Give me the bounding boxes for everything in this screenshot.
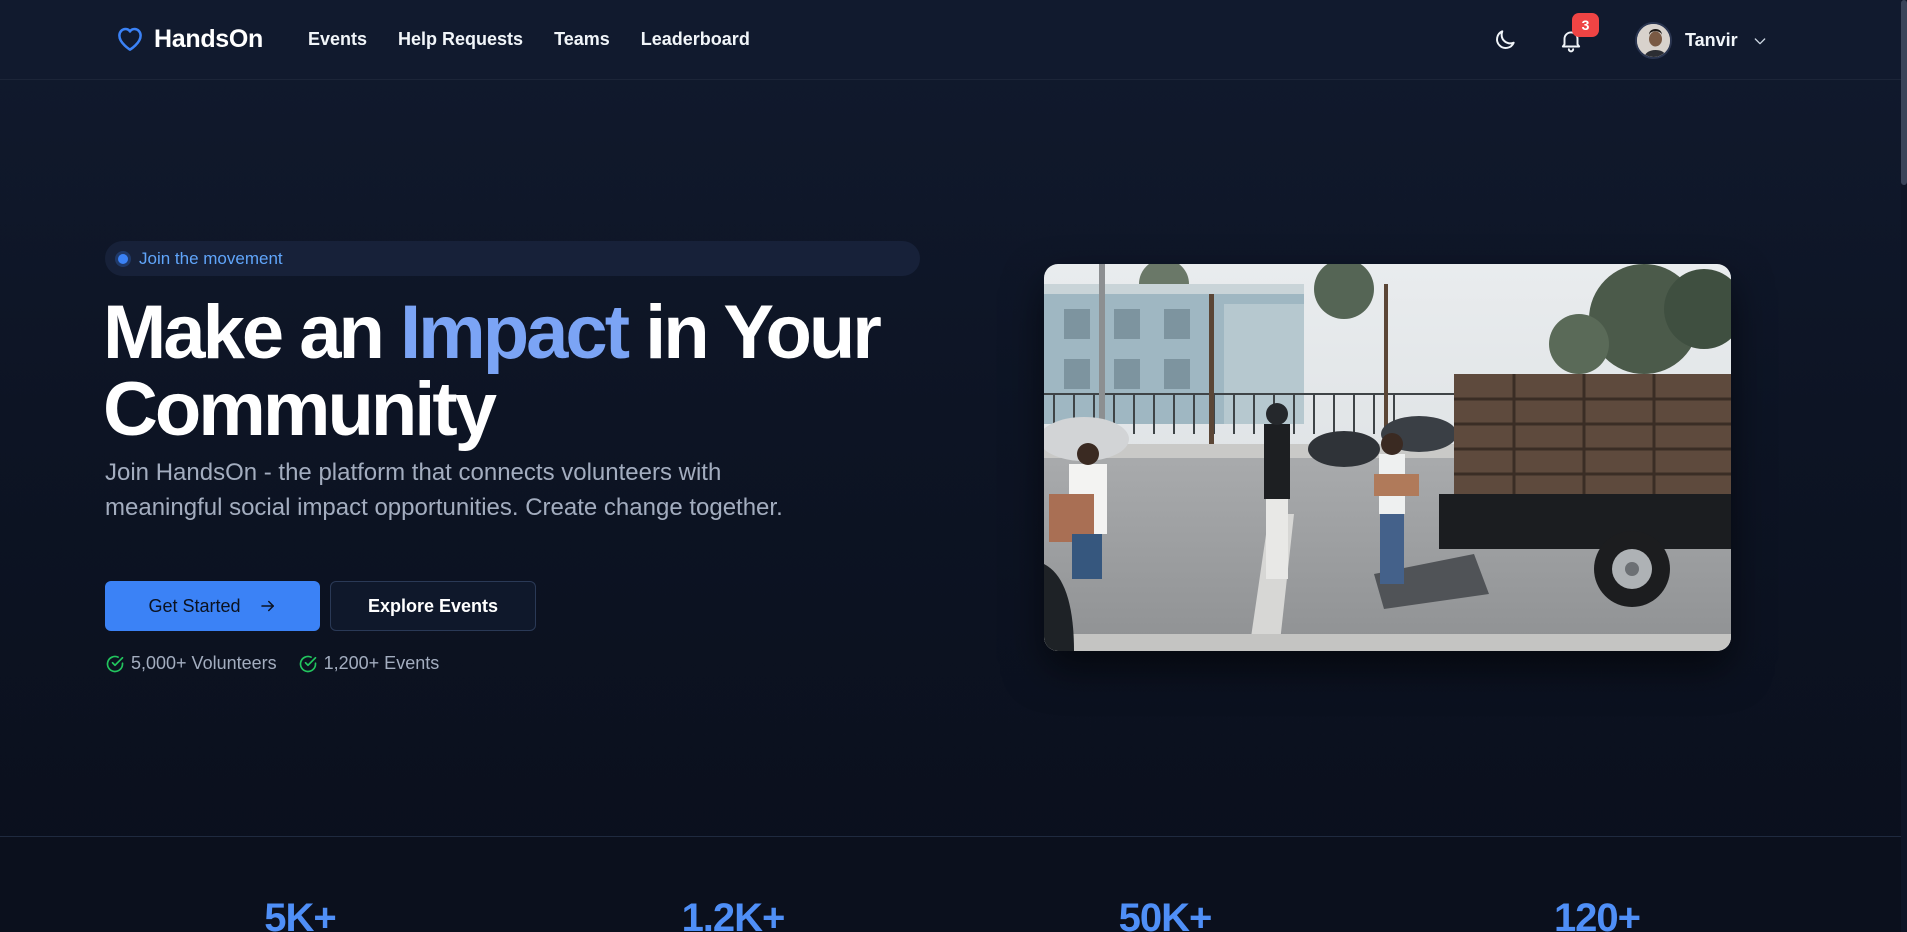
pill-label: Join the movement — [139, 248, 283, 268]
stat-organizations: 120+ — [1553, 896, 1641, 932]
brand-logo[interactable]: HandsOn — [114, 24, 263, 54]
check-events: 1,200+ Events — [298, 653, 440, 674]
top-navbar: HandsOn Events Help Requests Teams Leade… — [0, 0, 1907, 80]
nav-link-events[interactable]: Events — [308, 29, 367, 50]
headline-part1: Make an — [103, 290, 401, 375]
check-circle-icon — [299, 655, 316, 672]
stat-events: 1.2K+ — [681, 896, 786, 932]
nav-link-leaderboard[interactable]: Leaderboard — [641, 29, 750, 50]
nav-link-teams[interactable]: Teams — [554, 29, 610, 50]
arrow-right-icon — [260, 600, 274, 612]
get-started-label: Get Started — [148, 595, 241, 616]
user-name: Tanvir — [1685, 30, 1738, 50]
moon-icon[interactable] — [1492, 27, 1518, 53]
headline-accent: Impact — [400, 290, 630, 375]
user-menu[interactable]: Tanvir — [1635, 22, 1768, 59]
avatar — [1635, 22, 1672, 59]
nav-link-help-requests[interactable]: Help Requests — [398, 29, 523, 50]
explore-events-button[interactable]: Explore Events — [330, 581, 536, 631]
get-started-button[interactable]: Get Started — [105, 581, 320, 631]
stat-volunteers: 5K+ — [264, 896, 337, 932]
nav-links: Events Help Requests Teams Leaderboard — [308, 29, 750, 50]
hero-subtext: Join HandsOn - the platform that connect… — [105, 459, 783, 521]
check-circle-icon — [106, 655, 124, 672]
scrollbar-thumb[interactable] — [1901, 0, 1907, 185]
explore-events-label: Explore Events — [367, 595, 499, 616]
heart-icon — [118, 27, 142, 51]
brand-name: HandsOn — [154, 24, 264, 53]
notification-badge: 3 — [1572, 13, 1599, 37]
check-volunteers: 5,000+ Volunteers — [105, 653, 277, 674]
hero-image — [1044, 264, 1731, 651]
stat-hours: 50K+ — [1118, 896, 1213, 932]
chevron-down-icon — [1754, 37, 1766, 44]
check-events-label: 1,200+ Events — [323, 653, 440, 673]
join-movement-pill: Join the movement — [105, 241, 920, 276]
hero-headline: Make an Impact in Your Community — [103, 294, 923, 448]
page-scrollbar — [1901, 0, 1907, 932]
pill-dot — [118, 253, 128, 264]
check-volunteers-label: 5,000+ Volunteers — [131, 653, 277, 673]
hero-checks: 5,000+ Volunteers 1,200+ Events — [105, 653, 439, 674]
